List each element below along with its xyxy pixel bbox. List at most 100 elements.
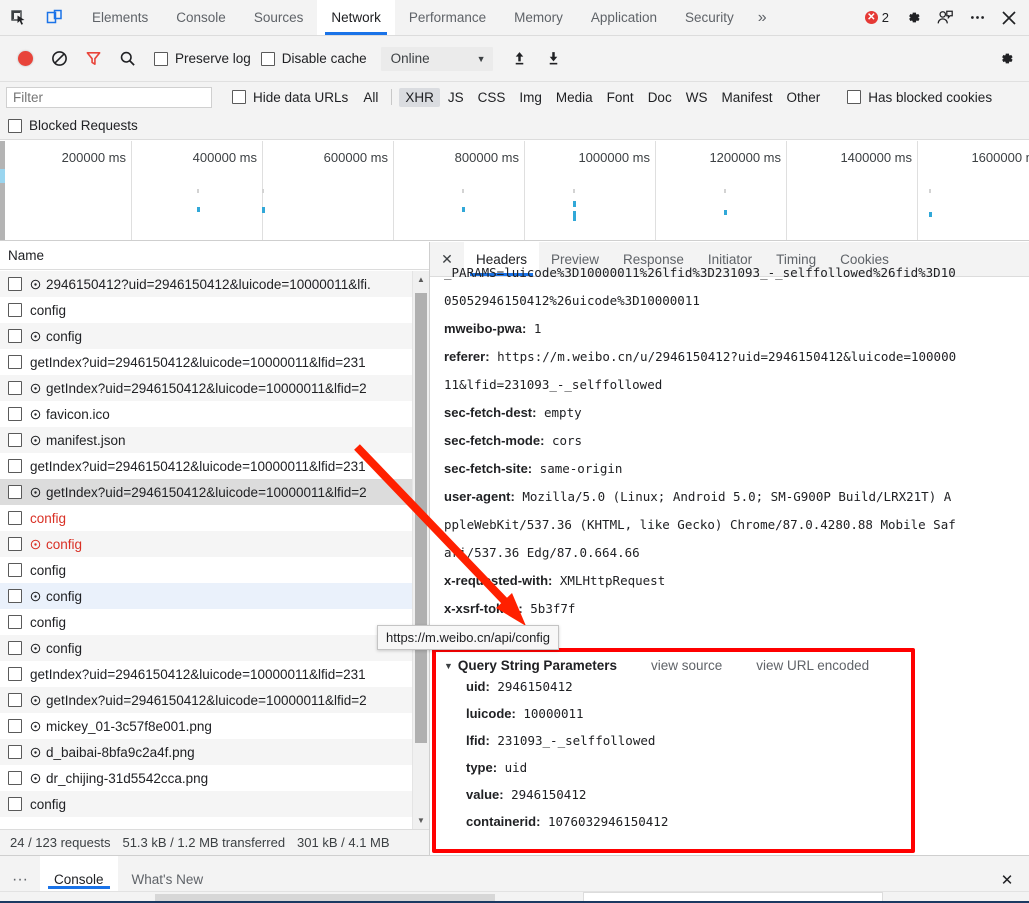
request-row[interactable]: d_baibai-8bfa9c2a4f.png <box>0 739 429 765</box>
hide-data-urls-checkbox[interactable]: Hide data URLs <box>232 90 348 105</box>
inspect-cursor-icon[interactable] <box>0 0 36 35</box>
scroll-up-arrow-icon[interactable]: ▲ <box>413 271 429 288</box>
overview-left-handle[interactable] <box>0 141 5 240</box>
request-row[interactable]: config <box>0 557 429 583</box>
filter-type-media[interactable]: Media <box>550 88 599 107</box>
query-string-title[interactable]: Query String Parameters <box>458 658 617 673</box>
tab-label: Console <box>176 10 226 25</box>
filter-type-img[interactable]: Img <box>513 88 548 107</box>
scrollbar-thumb[interactable] <box>415 293 427 743</box>
request-row-checkbox[interactable] <box>8 537 22 551</box>
request-row-checkbox[interactable] <box>8 615 22 629</box>
gear-icon[interactable] <box>897 0 929 36</box>
tab-application[interactable]: Application <box>577 0 671 35</box>
tab-memory[interactable]: Memory <box>500 0 577 35</box>
request-row[interactable]: favicon.ico <box>0 401 429 427</box>
request-row[interactable]: getIndex?uid=2946150412&luicode=10000011… <box>0 349 429 375</box>
more-options-icon[interactable] <box>961 0 993 36</box>
request-row-checkbox[interactable] <box>8 407 22 421</box>
request-row-checkbox[interactable] <box>8 745 22 759</box>
filter-type-manifest[interactable]: Manifest <box>715 88 778 107</box>
tab-elements[interactable]: Elements <box>78 0 162 35</box>
request-row-checkbox[interactable] <box>8 485 22 499</box>
filter-input[interactable] <box>6 86 212 108</box>
disable-cache-checkbox[interactable]: Disable cache <box>260 51 367 66</box>
request-row[interactable]: getIndex?uid=2946150412&luicode=10000011… <box>0 687 429 713</box>
request-row-checkbox[interactable] <box>8 459 22 473</box>
filter-funnel-icon[interactable] <box>76 42 110 76</box>
request-row[interactable]: config <box>0 297 429 323</box>
request-row-checkbox[interactable] <box>8 771 22 785</box>
filter-type-js[interactable]: JS <box>442 88 470 107</box>
filter-type-font[interactable]: Font <box>601 88 640 107</box>
tab-network[interactable]: Network <box>317 0 395 35</box>
tab-security[interactable]: Security <box>671 0 748 35</box>
request-row[interactable]: config <box>0 583 429 609</box>
request-row-checkbox[interactable] <box>8 667 22 681</box>
record-button[interactable] <box>8 42 42 76</box>
view-source-link[interactable]: view source <box>651 658 722 673</box>
close-icon[interactable] <box>993 0 1025 36</box>
clear-button[interactable] <box>42 42 76 76</box>
request-row[interactable]: getIndex?uid=2946150412&luicode=10000011… <box>0 661 429 687</box>
request-row-checkbox[interactable] <box>8 303 22 317</box>
network-settings-gear-icon[interactable] <box>989 42 1023 76</box>
view-url-encoded-link[interactable]: view URL encoded <box>756 658 869 673</box>
preserve-log-checkbox[interactable]: Preserve log <box>154 51 251 66</box>
request-row-checkbox[interactable] <box>8 589 22 603</box>
request-row[interactable]: config <box>0 323 429 349</box>
query-param-row: luicode: 10000011 <box>436 700 911 727</box>
import-har-button[interactable] <box>503 42 537 76</box>
network-overview-timeline[interactable]: 200000 ms 400000 ms 600000 ms 800000 ms 1000… <box>0 141 1029 241</box>
error-count-badge[interactable]: ✕ 2 <box>857 10 897 25</box>
request-type-icon <box>30 747 41 758</box>
request-list-scrollbar[interactable]: ▲ ▼ <box>412 271 429 829</box>
request-row[interactable]: config <box>0 531 429 557</box>
request-row[interactable]: config <box>0 505 429 531</box>
request-row[interactable]: getIndex?uid=2946150412&luicode=10000011… <box>0 375 429 401</box>
request-row[interactable]: config <box>0 609 429 635</box>
network-toolbar: Preserve log Disable cache Online ▼ <box>0 36 1029 82</box>
overview-tick-label: 1400000 ms <box>840 150 912 165</box>
request-row[interactable]: getIndex?uid=2946150412&luicode=10000011… <box>0 479 429 505</box>
more-tabs-chevron-icon[interactable]: » <box>748 0 777 35</box>
request-row-checkbox[interactable] <box>8 797 22 811</box>
request-row[interactable]: dr_chijing-31d5542cca.png <box>0 765 429 791</box>
filter-type-all[interactable]: All <box>357 88 384 107</box>
collapse-triangle-icon[interactable]: ▼ <box>444 661 453 671</box>
request-row-checkbox[interactable] <box>8 433 22 447</box>
request-row[interactable]: manifest.json <box>0 427 429 453</box>
user-feedback-icon[interactable] <box>929 0 961 36</box>
filter-type-xhr[interactable]: XHR <box>399 87 440 107</box>
request-row-checkbox[interactable] <box>8 277 22 291</box>
header-value: Mozilla/5.0 (Linux; Android 5.0; SM-G900… <box>522 489 952 504</box>
request-list-header[interactable]: Name <box>0 242 429 270</box>
request-row[interactable]: mickey_01-3c57f8e001.png <box>0 713 429 739</box>
tab-sources[interactable]: Sources <box>240 0 318 35</box>
filter-type-doc[interactable]: Doc <box>642 88 678 107</box>
filter-type-css[interactable]: CSS <box>472 88 512 107</box>
filter-type-other[interactable]: Other <box>780 88 826 107</box>
request-row-checkbox[interactable] <box>8 641 22 655</box>
search-icon[interactable] <box>110 42 144 76</box>
filter-type-ws[interactable]: WS <box>680 88 714 107</box>
device-toggle-icon[interactable] <box>36 0 72 35</box>
request-row-checkbox[interactable] <box>8 693 22 707</box>
request-row-checkbox[interactable] <box>8 329 22 343</box>
throttling-select[interactable]: Online ▼ <box>380 46 493 71</box>
has-blocked-cookies-checkbox[interactable]: Has blocked cookies <box>847 90 992 105</box>
request-row-checkbox[interactable] <box>8 719 22 733</box>
request-row[interactable]: getIndex?uid=2946150412&luicode=10000011… <box>0 453 429 479</box>
tab-performance[interactable]: Performance <box>395 0 500 35</box>
request-row[interactable]: config <box>0 791 429 817</box>
request-row-checkbox[interactable] <box>8 381 22 395</box>
request-row[interactable]: config <box>0 635 429 661</box>
request-row[interactable]: 2946150412?uid=2946150412&luicode=100000… <box>0 271 429 297</box>
scroll-down-arrow-icon[interactable]: ▼ <box>413 812 429 829</box>
export-har-button[interactable] <box>537 42 571 76</box>
tab-console[interactable]: Console <box>162 0 240 35</box>
request-row-checkbox[interactable] <box>8 563 22 577</box>
request-row-checkbox[interactable] <box>8 355 22 369</box>
blocked-requests-checkbox[interactable]: Blocked Requests <box>8 118 138 133</box>
request-row-checkbox[interactable] <box>8 511 22 525</box>
